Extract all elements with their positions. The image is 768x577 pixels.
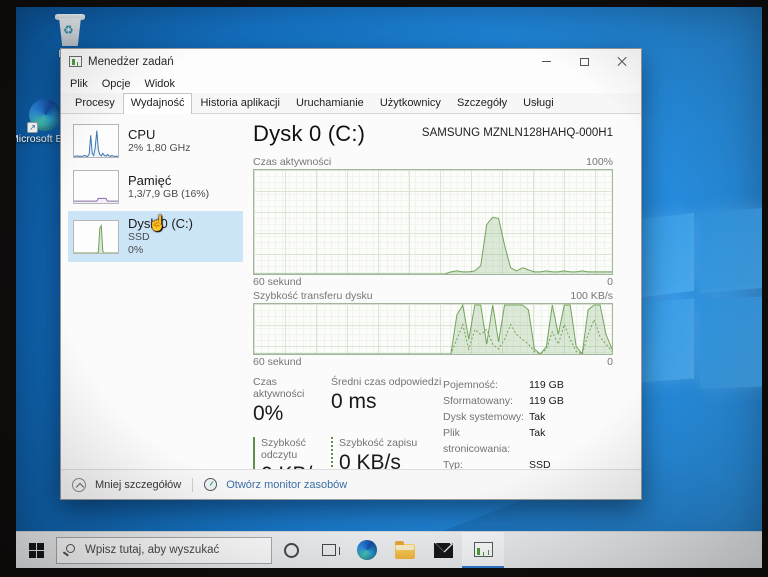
memory-name: Pamięć (128, 173, 209, 188)
chart1-title: Czas aktywności (253, 156, 331, 168)
maximize-icon (580, 58, 589, 66)
search-icon (66, 544, 75, 553)
menu-bar: Plik Opcje Widok (61, 74, 641, 93)
task-view-button[interactable] (310, 532, 348, 568)
kv-capacity: Pojemność:119 GB (443, 377, 613, 393)
mail-icon (434, 543, 453, 558)
edge-icon (357, 540, 377, 560)
minimize-icon (542, 61, 551, 62)
disk-detail-type: SSD (128, 231, 193, 244)
chart1-xright: 0 (607, 276, 613, 288)
sidebar-item-cpu[interactable]: CPU 2% 1,80 GHz (68, 119, 243, 163)
task-manager-icon (474, 542, 493, 557)
recycle-bin-icon: ♻ (55, 10, 85, 46)
photo-frame: ♻ Kosz ↗ Microsoft Edge Menedżer zadań (0, 0, 768, 577)
cpu-name: CPU (128, 127, 190, 142)
chart2-title: Szybkość transferu dysku (253, 290, 373, 302)
open-resource-monitor-link[interactable]: Otwórz monitor zasobów (226, 479, 347, 491)
chart1-xleft: 60 sekund (253, 276, 301, 288)
stat-response-time: Średni czas odpowiedzi 0 ms (331, 376, 443, 426)
minimize-button[interactable] (527, 49, 565, 74)
tab-bar: Procesy Wydajność Historia aplikacji Uru… (61, 93, 641, 114)
sidebar-item-memory[interactable]: Pamięć 1,3/7,9 GB (16%) (68, 165, 243, 209)
activity-chart (253, 169, 613, 275)
cpu-detail: 2% 1,80 GHz (128, 142, 190, 155)
close-button[interactable] (603, 49, 641, 74)
menu-widok[interactable]: Widok (144, 78, 175, 90)
task-manager-window: Menedżer zadań Plik Opcje Widok Procesy … (60, 48, 642, 500)
tab-uruchamianie[interactable]: Uruchamianie (288, 93, 372, 113)
memory-mini-chart (73, 170, 119, 204)
tab-uzytkownicy[interactable]: Użytkownicy (372, 93, 449, 113)
menu-plik[interactable]: Plik (70, 78, 88, 90)
disk-model: SAMSUNG MZNLN128HAHQ-000H1 (422, 127, 613, 139)
kv-page-file: Plik stronicowania:Tak (443, 425, 613, 457)
mouse-cursor: ☝ (148, 214, 167, 232)
cortana-button[interactable] (272, 532, 310, 568)
menu-opcje[interactable]: Opcje (102, 78, 131, 90)
file-explorer-button[interactable] (386, 532, 424, 568)
transfer-chart (253, 303, 613, 355)
window-footer: Mniej szczegółów Otwórz monitor zasobów (61, 469, 641, 499)
tab-wydajnosc[interactable]: Wydajność (123, 93, 193, 114)
task-manager-taskbar-button[interactable] (462, 532, 504, 568)
taskbar-edge-button[interactable] (348, 532, 386, 568)
edge-icon: ↗ (29, 99, 61, 131)
task-manager-app-icon (69, 56, 82, 67)
taskbar-search[interactable] (56, 537, 272, 564)
tab-procesy[interactable]: Procesy (67, 93, 123, 113)
chart2-xleft: 60 sekund (253, 356, 301, 368)
kv-formatted: Sformatowany:119 GB (443, 393, 613, 409)
window-title: Menedżer zadań (88, 56, 174, 68)
stat-active-time: Czas aktywności 0% (253, 376, 331, 426)
footer-divider (192, 478, 193, 492)
tab-szczegoly[interactable]: Szczegóły (449, 93, 515, 113)
disk-detail-pane: Dysk 0 (C:) SAMSUNG MZNLN128HAHQ-000H1 C… (243, 114, 641, 469)
tab-historia-aplikacji[interactable]: Historia aplikacji (192, 93, 287, 113)
chart2-ymax: 100 KB/s (570, 290, 613, 302)
memory-detail: 1,3/7,9 GB (16%) (128, 188, 209, 201)
tab-uslugi[interactable]: Usługi (515, 93, 562, 113)
windows-start-icon (29, 543, 44, 558)
chevron-up-icon[interactable] (72, 478, 86, 492)
cpu-mini-chart (73, 124, 119, 158)
monitor-screen: ♻ Kosz ↗ Microsoft Edge Menedżer zadań (16, 7, 762, 568)
kv-system-disk: Dysk systemowy:Tak (443, 409, 613, 425)
cortana-icon (284, 543, 299, 558)
search-input[interactable] (57, 538, 271, 563)
maximize-button[interactable] (565, 49, 603, 74)
page-title: Dysk 0 (C:) (253, 121, 365, 147)
task-view-icon (322, 544, 336, 556)
chart2-xright: 0 (607, 356, 613, 368)
less-details-button[interactable]: Mniej szczegółów (95, 479, 181, 491)
windows-logo-pane (700, 295, 762, 388)
shortcut-arrow-icon: ↗ (27, 122, 38, 133)
performance-sidebar: CPU 2% 1,80 GHz Pamięć 1,3/7,9 GB (16%) (61, 114, 243, 469)
title-bar[interactable]: Menedżer zadań (61, 49, 641, 74)
start-button[interactable] (16, 532, 56, 568)
disk-detail-usage: 0% (128, 244, 193, 257)
windows-logo-pane (700, 205, 762, 294)
mail-button[interactable] (424, 532, 462, 568)
resource-monitor-icon (204, 478, 217, 491)
disk-mini-chart (73, 220, 119, 254)
chart1-ymax: 100% (586, 156, 613, 168)
folder-icon (395, 544, 415, 559)
taskbar (16, 531, 762, 568)
close-icon (617, 57, 627, 67)
